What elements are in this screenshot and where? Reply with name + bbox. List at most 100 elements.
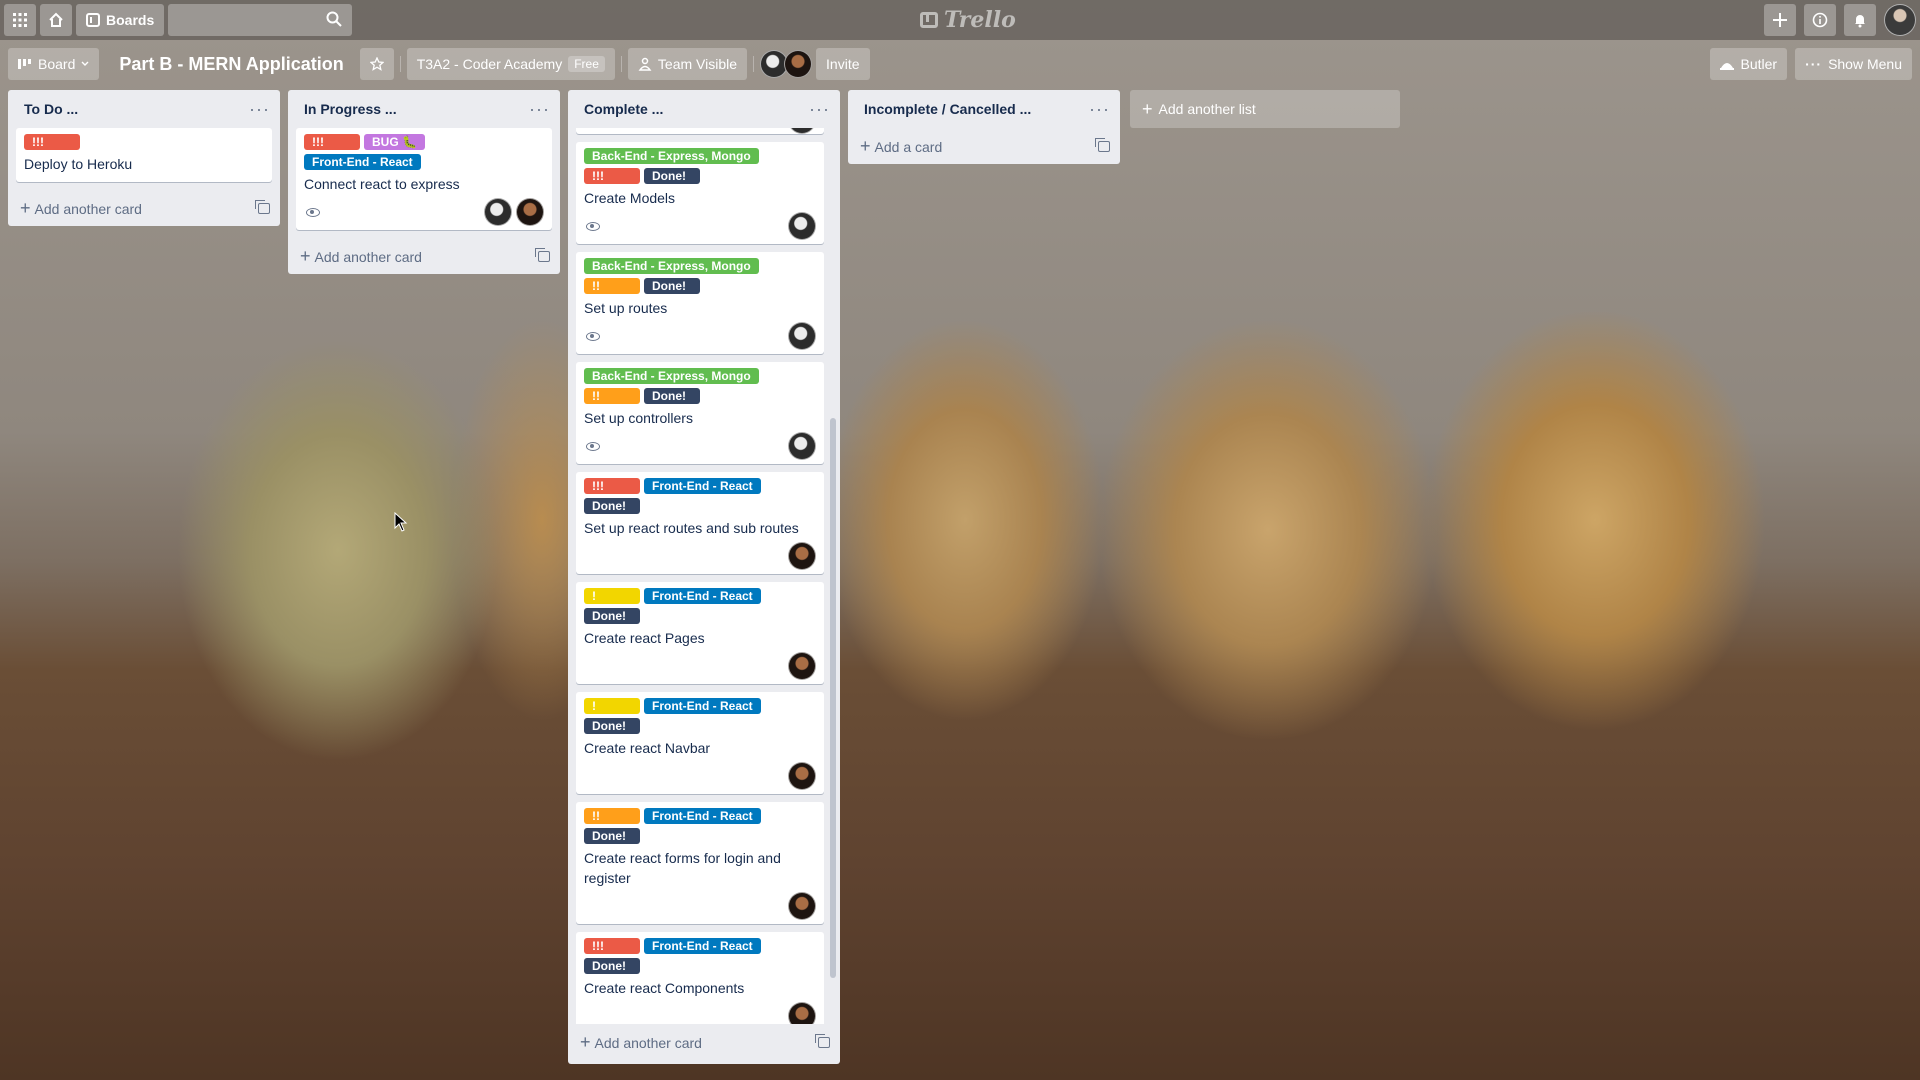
card-label[interactable]: !!! — [584, 478, 640, 494]
show-menu-button[interactable]: ··· Show Menu — [1795, 48, 1912, 80]
list-title[interactable]: Complete ... — [584, 101, 663, 117]
card-label[interactable]: !!! — [304, 134, 360, 150]
member-avatar[interactable] — [784, 50, 813, 78]
add-list-button[interactable]: + Add another list — [1130, 90, 1400, 128]
notifications-bell-icon[interactable] — [1844, 4, 1876, 36]
board-view-label: Board — [38, 56, 76, 72]
card[interactable]: ! Front-End - React Done! Create react N… — [576, 692, 824, 794]
card[interactable]: Back-End - Express, Mongo !! Done! Set u… — [576, 252, 824, 354]
card-member-avatar[interactable] — [516, 198, 544, 226]
trello-logo-text: Trello — [944, 7, 1016, 33]
card-label[interactable]: Front-End - React — [644, 938, 761, 954]
show-menu-label: Show Menu — [1828, 56, 1902, 72]
card-template-icon[interactable] — [1095, 137, 1110, 152]
card-label[interactable]: Done! — [584, 498, 640, 514]
create-plus-icon[interactable] — [1764, 4, 1796, 36]
card-template-icon[interactable] — [535, 247, 550, 262]
card[interactable]: !!! BUG 🐛 Front-End - React Connect reac… — [296, 128, 552, 230]
card[interactable]: Back-End - Express, Mongo !! Done! Set u… — [576, 362, 824, 464]
star-board-button[interactable] — [359, 48, 394, 80]
board-view-switcher[interactable]: Board — [8, 48, 100, 80]
card-title: Deploy to Heroku — [24, 156, 133, 172]
card-label[interactable]: Done! — [644, 168, 700, 184]
card-label[interactable]: Back-End - Express, Mongo — [584, 258, 759, 274]
card-label[interactable]: Done! — [584, 828, 640, 844]
card-member-avatar[interactable] — [788, 542, 816, 570]
add-card-button[interactable]: + Add another card — [288, 238, 560, 274]
card[interactable]: !!! Front-End - React Done! Set up react… — [576, 472, 824, 574]
plus-icon: + — [580, 1031, 591, 1052]
list-actions-icon[interactable]: ··· — [529, 100, 550, 118]
workspace-button[interactable]: T3A2 - Coder Academy Free — [406, 48, 615, 80]
user-avatar[interactable] — [1884, 4, 1916, 36]
add-card-button[interactable]: + Add another card — [8, 190, 280, 226]
card-label[interactable]: Done! — [584, 608, 640, 624]
card-label[interactable]: ! — [584, 588, 640, 604]
card[interactable]: ! Front-End - React Done! Create react P… — [576, 582, 824, 684]
list-actions-icon[interactable]: ··· — [809, 100, 830, 118]
card-member-avatar[interactable] — [788, 1002, 816, 1024]
card-member-avatar[interactable] — [484, 198, 512, 226]
card-label[interactable]: Front-End - React — [644, 698, 761, 714]
card[interactable]: !!! Front-End - React Done! Create react… — [576, 932, 824, 1024]
card-member-avatar[interactable] — [788, 128, 816, 134]
card-label[interactable]: Back-End - Express, Mongo — [584, 148, 759, 164]
card[interactable]: !! Front-End - React Done! Create react … — [576, 802, 824, 924]
card-label[interactable]: Front-End - React — [644, 808, 761, 824]
plus-icon: + — [1142, 98, 1153, 119]
card-label[interactable]: Back-End - Express, Mongo — [584, 368, 759, 384]
add-card-button[interactable]: + Add a card — [848, 128, 1120, 164]
card-label[interactable]: BUG 🐛 — [364, 134, 425, 150]
card-member-avatar[interactable] — [788, 762, 816, 790]
card[interactable]: !!! Deploy to Heroku — [16, 128, 272, 182]
card-member-avatar[interactable] — [788, 322, 816, 350]
board-header: Board Part B - MERN Application T3A2 - C… — [0, 44, 1920, 84]
card-member-avatar[interactable] — [788, 892, 816, 920]
card-label[interactable]: Front-End - React — [644, 478, 761, 494]
divider — [620, 56, 622, 72]
card-label[interactable]: !! — [584, 808, 640, 824]
card-template-icon[interactable] — [815, 1033, 830, 1048]
card-label[interactable]: Done! — [584, 958, 640, 974]
list-title[interactable]: Incomplete / Cancelled ... — [864, 101, 1031, 117]
info-icon[interactable] — [1804, 4, 1836, 36]
card-label[interactable]: Done! — [644, 278, 700, 294]
app-header: Boards Trello — [0, 0, 1920, 40]
trello-logo[interactable]: Trello — [920, 6, 1016, 34]
card-label[interactable]: !! — [584, 388, 640, 404]
card-label[interactable]: !!! — [584, 938, 640, 954]
watching-eye-icon — [586, 331, 600, 341]
card-member-avatar[interactable] — [788, 212, 816, 240]
board-title[interactable]: Part B - MERN Application — [107, 54, 355, 75]
home-icon[interactable] — [40, 4, 72, 36]
invite-button[interactable]: Invite — [816, 48, 870, 80]
card-label[interactable]: !!! — [584, 168, 640, 184]
card-label[interactable]: Front-End - React — [304, 154, 421, 170]
card[interactable]: Back-End - Express, Mongo !!! Done! Crea… — [576, 142, 824, 244]
plus-icon: + — [300, 245, 311, 266]
card-label[interactable]: Done! — [644, 388, 700, 404]
list-title[interactable]: To Do ... — [24, 101, 78, 117]
card-label[interactable]: Front-End - React — [644, 588, 761, 604]
card-member-avatar[interactable] — [788, 432, 816, 460]
card-list-scroll-area[interactable]: Back-End - Express, Mongo !!! Done! Crea… — [568, 128, 840, 1024]
card-label[interactable]: !! — [584, 278, 640, 294]
list-actions-icon[interactable]: ··· — [249, 100, 270, 118]
board-view-icon — [18, 59, 31, 69]
card-template-icon[interactable] — [255, 199, 270, 214]
add-card-button[interactable]: + Add another card — [568, 1024, 840, 1060]
search-input[interactable] — [168, 5, 319, 35]
card-member-avatar[interactable] — [788, 652, 816, 680]
apps-grid-icon[interactable] — [4, 4, 36, 36]
boards-button[interactable]: Boards — [76, 4, 165, 36]
card-label[interactable]: Done! — [584, 718, 640, 734]
card-label[interactable]: !!! — [24, 134, 80, 150]
list-actions-icon[interactable]: ··· — [1089, 100, 1110, 118]
search-field[interactable] — [168, 4, 353, 36]
list-title[interactable]: In Progress ... — [304, 101, 397, 117]
card[interactable] — [576, 128, 824, 134]
visibility-button[interactable]: Team Visible — [627, 48, 748, 80]
card-label[interactable]: ! — [584, 698, 640, 714]
list-scrollbar[interactable] — [830, 418, 836, 978]
butler-button[interactable]: Butler — [1710, 48, 1788, 80]
